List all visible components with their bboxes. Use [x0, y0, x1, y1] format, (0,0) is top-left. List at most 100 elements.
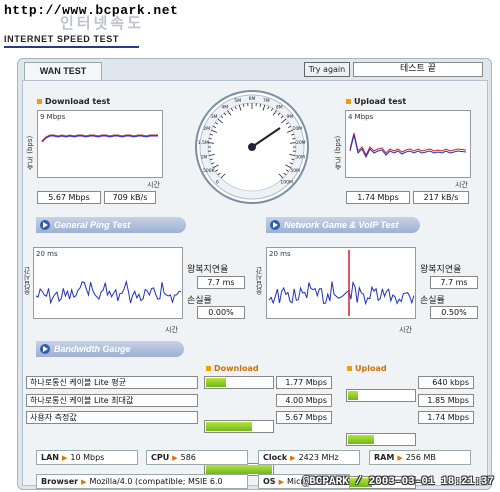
- arrow-icon: ▶: [397, 454, 403, 462]
- download-mbps: 5.67 Mbps: [37, 191, 101, 204]
- upload-graph: 4 Mbps: [345, 110, 471, 178]
- bullet-icon: [347, 366, 352, 371]
- ping-right-xlabel: 시간: [399, 326, 412, 334]
- gauge-dial: 0500K 1M 1.5M 2M3M4M 5M 6M 7M 8M 9M 10M 20M 30M 50M 1…: [195, 90, 309, 204]
- ping-left-ylabel: 응답시간: [23, 267, 31, 295]
- download-title-text: Download test: [45, 97, 111, 106]
- gauge-tick-label: 50M: [290, 168, 300, 174]
- play-icon: [40, 344, 50, 354]
- gauge-tick-label: 3M: [211, 114, 218, 120]
- clock-key: Clock: [263, 453, 288, 462]
- upload-level-bar: [346, 389, 416, 402]
- ping-right-graph: 20 ms: [266, 247, 416, 319]
- sys-lan: LAN ▶ 10 Mbps: [36, 450, 138, 465]
- browser-value: Mozilla/4.0 (compatible; MSIE 6.0: [89, 477, 223, 486]
- upload-xlabel: 시간: [455, 181, 468, 189]
- bandwidth-upload-header: Upload: [347, 364, 387, 373]
- ping-test-header[interactable]: General Ping Test: [36, 217, 186, 233]
- ping-right-chart: [268, 250, 415, 316]
- download-chart: [41, 134, 158, 143]
- upload-level-bar: [346, 433, 416, 446]
- logo-underline: [4, 46, 139, 48]
- download-xlabel: 시간: [147, 181, 160, 189]
- ping-right-rtt-label: 왕복지연율: [420, 265, 462, 275]
- download-ylabel: 속도 (bps): [26, 135, 34, 170]
- upload-title-text: Upload test: [354, 97, 407, 106]
- gauge-tick-label: 2M: [203, 126, 210, 132]
- arrow-icon: ▶: [290, 454, 296, 462]
- status-display: 테스트 끝: [353, 62, 483, 77]
- gauge-tick-label: 4M: [221, 104, 228, 110]
- upload-value: 1.85 Mbps: [418, 394, 474, 407]
- gauge-tick-label: 5M: [234, 98, 241, 104]
- download-value: 5.67 Mbps: [276, 411, 332, 424]
- download-level-fill: [206, 378, 226, 387]
- play-icon: [270, 220, 280, 230]
- gauge-tick-label: 9M: [287, 114, 294, 120]
- bandwidth-gauge-header[interactable]: Bandwidth Gauge: [36, 341, 184, 357]
- upload-mbps: 1.74 Mbps: [346, 191, 410, 204]
- arrow-icon: ▶: [278, 478, 284, 486]
- sys-browser: Browser ▶ Mozilla/4.0 (compatible; MSIE 6.…: [36, 474, 248, 489]
- speed-gauge: 0 500K 1M 1.5M 2M 3M 4M 5M 6M 7M 8M 9M 10M 20M 30M 50M 1…: [192, 88, 312, 206]
- bandwidth-download-header: Download: [206, 364, 259, 373]
- upload-ylabel: 속도 (bps): [334, 135, 342, 170]
- ping-left-chart: [35, 279, 182, 305]
- gauge-hub: [248, 143, 256, 151]
- download-value: 1.77 Mbps: [276, 376, 332, 389]
- download-kbs: 709 kB/s: [104, 191, 156, 204]
- gauge-tick-label: 7M: [263, 98, 270, 104]
- bullet-icon: [37, 99, 42, 104]
- gauge-tick-label: 30M: [295, 155, 305, 161]
- browser-key: Browser: [41, 477, 79, 486]
- sys-clock: Clock ▶ 2423 MHz: [258, 450, 360, 465]
- download-level-bar: [204, 376, 274, 389]
- sys-ram: RAM ▶ 256 MB: [369, 450, 471, 465]
- ping-left-rtt-label: 왕복지연율: [187, 265, 229, 275]
- tab-wan-test[interactable]: WAN TEST: [24, 62, 102, 80]
- ping-left-graph: 20 ms: [33, 247, 183, 319]
- ping-right-loss-value: 0.50%: [430, 306, 478, 319]
- ping-test-label: General Ping Test: [54, 220, 131, 230]
- ram-key: RAM: [374, 453, 395, 462]
- try-again-button[interactable]: Try again: [304, 62, 350, 77]
- arrow-icon: ▶: [61, 454, 68, 462]
- ping-right-rtt-value: 7.7 ms: [430, 276, 478, 289]
- bandwidth-row-label: 하나로통신 케이블 Lite 최대값: [26, 394, 198, 407]
- gauge-tick-label: 20M: [296, 140, 306, 146]
- capture-timestamp: @BCPARK / 2003-03-01 18:21:37: [302, 476, 494, 488]
- download-value: 4.00 Mbps: [276, 394, 332, 407]
- gauge-tick-label: 8M: [276, 104, 283, 110]
- gauge-tick-label: 1.5M: [198, 140, 209, 146]
- upload-level-fill: [348, 391, 358, 400]
- ram-value: 256 MB: [405, 453, 436, 462]
- lan-value: 10 Mbps: [70, 453, 105, 462]
- bullet-icon: [346, 99, 351, 104]
- ping-right-ylabel: 응답시간: [255, 267, 263, 295]
- arrow-icon: ▶: [81, 478, 87, 486]
- bullet-icon: [206, 366, 211, 371]
- upload-title: Upload test: [346, 97, 406, 106]
- gauge-tick-label: 100M: [280, 180, 293, 186]
- bandwidth-upload-header-text: Upload: [355, 364, 387, 373]
- gauge-tick-label: 6M: [249, 96, 256, 102]
- gauge-tick-label: 1M: [201, 155, 208, 161]
- ping-left-xlabel: 시간: [165, 326, 178, 334]
- bandwidth-gauge-label: Bandwidth Gauge: [54, 344, 131, 354]
- play-icon: [40, 220, 50, 230]
- arrow-icon: ▶: [172, 454, 178, 462]
- bandwidth-row-label: 하나로통신 케이블 Lite 평균: [26, 376, 198, 389]
- game-voip-header[interactable]: Network Game & VoIP Test: [266, 217, 420, 233]
- ping-left-rtt-value: 7.7 ms: [197, 276, 245, 289]
- bandwidth-row-label: 사용자 측정값: [26, 411, 198, 424]
- download-graph: 9 Mbps: [37, 110, 163, 178]
- ping-left-loss-value: 0.00%: [197, 306, 245, 319]
- os-key: OS: [263, 477, 276, 486]
- download-level-fill: [206, 422, 252, 431]
- logo-subtitle: INTERNET SPEED TEST: [4, 34, 119, 44]
- game-voip-label: Network Game & VoIP Test: [284, 220, 399, 230]
- sys-cpu: CPU ▶ 586: [146, 450, 248, 465]
- lan-key: LAN: [41, 453, 59, 462]
- upload-value: 1.74 Mbps: [418, 411, 474, 424]
- upload-level-fill: [348, 435, 374, 444]
